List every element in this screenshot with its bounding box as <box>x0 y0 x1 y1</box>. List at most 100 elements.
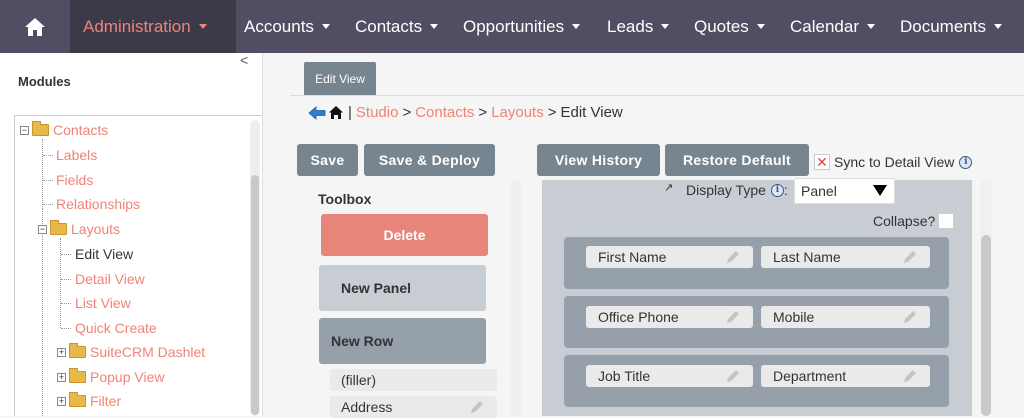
tab-edit-view[interactable]: Edit View <box>304 62 376 96</box>
layout-row[interactable]: First Name Last Name <box>564 237 949 289</box>
collapse-icon[interactable]: − <box>20 125 29 135</box>
toolbox-delete-dropzone[interactable]: Delete <box>321 214 488 256</box>
home-button[interactable] <box>0 0 70 53</box>
back-arrow-icon[interactable] <box>308 105 326 121</box>
collapse-icon[interactable]: − <box>38 224 47 234</box>
toolbox-field-address[interactable]: Address <box>330 396 497 418</box>
restore-default-button[interactable]: Restore Default <box>665 144 809 176</box>
pencil-icon[interactable] <box>469 399 485 415</box>
nav-leads-label: Leads <box>607 16 654 36</box>
tree-connector <box>43 204 53 205</box>
breadcrumb-contacts[interactable]: Contacts <box>415 104 474 121</box>
resize-arrow-icon[interactable]: ↗ <box>664 181 673 194</box>
tree-item-contacts[interactable]: − Contacts <box>20 121 108 138</box>
chevron-down-icon <box>993 24 1002 29</box>
expand-icon[interactable]: + <box>57 372 66 382</box>
pencil-icon[interactable] <box>902 249 918 265</box>
breadcrumb-pipe: | <box>348 104 352 121</box>
display-type-value: Panel <box>801 183 837 199</box>
tab-divider <box>290 95 1024 96</box>
breadcrumb-separator: > <box>402 104 412 121</box>
tree-item-popup-view[interactable]: + Popup View <box>57 368 164 385</box>
tree-item-detail-view[interactable]: Detail View <box>75 271 145 287</box>
save-deploy-button[interactable]: Save & Deploy <box>364 144 495 176</box>
tree-item-layouts[interactable]: − Layouts <box>38 220 121 237</box>
toolbox-new-panel[interactable]: New Panel <box>319 265 486 311</box>
info-icon[interactable]: i <box>770 183 784 197</box>
scrollbar-thumb[interactable] <box>981 235 991 416</box>
layout-field-first-name[interactable]: First Name <box>586 246 753 268</box>
breadcrumb-separator: > <box>478 104 488 121</box>
breadcrumb-layouts[interactable]: Layouts <box>491 104 544 121</box>
collapse-label: Collapse? <box>873 213 936 229</box>
display-type-label-group: Display Type i : <box>686 182 788 198</box>
layout-field-last-name[interactable]: Last Name <box>761 246 930 268</box>
toolbox-field-label: (filler) <box>341 372 376 388</box>
tree-item-suitecrm-dashlet[interactable]: + SuiteCRM Dashlet <box>57 343 205 360</box>
tree-connector <box>61 303 71 304</box>
layout-row[interactable]: Office Phone Mobile <box>564 296 949 348</box>
tree-item-layouts-label: Layouts <box>71 221 121 237</box>
tree-item-quick-create[interactable]: Quick Create <box>75 320 157 336</box>
sidebar-scrollbar[interactable] <box>250 120 260 416</box>
nav-accounts[interactable]: Accounts <box>244 0 330 53</box>
pencil-icon[interactable] <box>725 309 741 325</box>
nav-quotes[interactable]: Quotes <box>694 0 765 53</box>
tree-item-fields[interactable]: Fields <box>56 172 93 188</box>
display-type-select[interactable]: Panel <box>794 178 895 204</box>
info-icon[interactable]: i <box>959 155 973 169</box>
tree-connector <box>43 180 53 181</box>
pencil-icon[interactable] <box>902 309 918 325</box>
nav-opportunities[interactable]: Opportunities <box>463 0 581 53</box>
nav-leads[interactable]: Leads <box>607 0 670 53</box>
breadcrumb-studio[interactable]: Studio <box>356 104 399 121</box>
tree-item-relationships[interactable]: Relationships <box>56 196 140 212</box>
nav-opportunities-label: Opportunities <box>463 16 565 36</box>
folder-icon <box>69 343 86 358</box>
chevron-down-icon <box>661 24 670 29</box>
view-history-button[interactable]: View History <box>537 144 660 176</box>
home-icon <box>25 17 45 36</box>
toolbox-field-filler[interactable]: (filler) <box>330 369 497 391</box>
breadcrumb-separator: > <box>547 104 557 121</box>
sync-checkbox[interactable]: ✕ <box>814 154 830 170</box>
layout-scrollbar[interactable] <box>980 180 992 416</box>
chevron-down-icon <box>321 24 330 29</box>
tree-item-list-view[interactable]: List View <box>75 295 131 311</box>
expand-icon[interactable]: + <box>57 347 66 357</box>
nav-contacts[interactable]: Contacts <box>355 0 439 53</box>
pencil-icon[interactable] <box>902 368 918 384</box>
home-icon[interactable] <box>328 105 344 120</box>
collapse-checkbox[interactable] <box>938 213 954 229</box>
layout-field-office-phone[interactable]: Office Phone <box>586 306 753 328</box>
folder-icon <box>69 392 86 407</box>
dropdown-triangle-icon <box>873 185 887 196</box>
toolbox-title: Toolbox <box>318 191 372 207</box>
layout-row[interactable]: Job Title Department <box>564 355 949 407</box>
layout-field-department[interactable]: Department <box>761 365 930 387</box>
nav-calendar[interactable]: Calendar <box>790 0 875 53</box>
toolbox-field-label: Address <box>341 399 393 415</box>
layout-field-mobile[interactable]: Mobile <box>761 306 930 328</box>
tree-item-edit-view[interactable]: Edit View <box>75 246 133 262</box>
tree-item-labels[interactable]: Labels <box>56 147 97 163</box>
scrollbar-thumb[interactable] <box>251 175 259 415</box>
display-type-colon: : <box>783 182 788 198</box>
nav-accounts-label: Accounts <box>244 16 314 36</box>
toolbox-new-row[interactable]: New Row <box>319 318 486 364</box>
nav-documents[interactable]: Documents <box>900 0 1002 53</box>
sync-to-detail-view: ✕ Sync to Detail View i <box>814 154 973 170</box>
nav-administration[interactable]: Administration <box>70 0 236 53</box>
toolbox-scrollbar[interactable] <box>511 180 521 416</box>
layout-field-job-title[interactable]: Job Title <box>586 365 753 387</box>
chevron-down-icon <box>572 24 581 29</box>
tree-item-filter[interactable]: + Filter <box>57 392 121 409</box>
chevron-down-icon <box>430 24 439 29</box>
modules-title: Modules <box>18 74 71 89</box>
pencil-icon[interactable] <box>725 249 741 265</box>
save-button[interactable]: Save <box>297 144 358 176</box>
pencil-icon[interactable] <box>725 368 741 384</box>
collapse-sidebar-button[interactable]: < <box>240 52 248 68</box>
expand-icon[interactable]: + <box>57 396 66 406</box>
layout-field-label: First Name <box>598 249 667 265</box>
